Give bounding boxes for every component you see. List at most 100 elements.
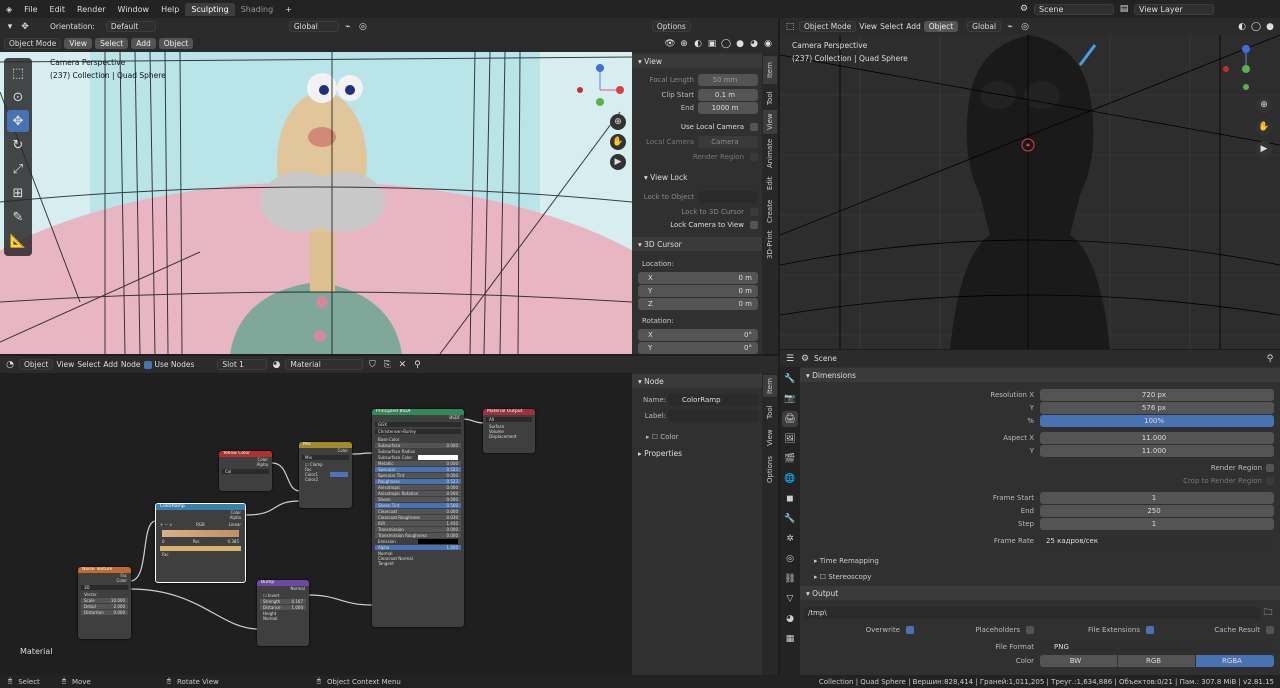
placeholders-checkbox[interactable] bbox=[1026, 626, 1034, 634]
shading-solid-icon[interactable]: ● bbox=[734, 38, 746, 50]
cursor-rot-y-field[interactable]: Y 0° bbox=[638, 342, 758, 354]
menu-select[interactable]: Select bbox=[95, 38, 129, 49]
node-tab-view[interactable]: View bbox=[763, 427, 777, 449]
viewport-3d-left[interactable]: Camera Perspective (237) Collection | Qu… bbox=[0, 52, 632, 354]
new-material-icon[interactable]: ⎘ bbox=[381, 359, 393, 371]
use-nodes-checkbox[interactable] bbox=[143, 360, 152, 369]
tab-create[interactable]: Create bbox=[763, 196, 777, 226]
res-x-field[interactable]: 720 px bbox=[1040, 389, 1274, 401]
select-box-icon[interactable]: ⬚ bbox=[7, 62, 29, 84]
3d-cursor-section-header[interactable]: ▾ 3D Cursor bbox=[632, 237, 762, 251]
menu-select-right[interactable]: Select bbox=[880, 22, 903, 31]
shading-wire-icon-right[interactable]: ◯ bbox=[1250, 21, 1262, 33]
mode-icon[interactable]: ▾ bbox=[4, 21, 16, 33]
color-rgba-button[interactable]: RGBA bbox=[1196, 655, 1274, 667]
unlink-icon[interactable]: ✕ bbox=[396, 359, 408, 371]
add-workspace-icon[interactable]: + bbox=[279, 5, 298, 14]
options-dropdown[interactable]: Options bbox=[651, 21, 691, 32]
time-remapping-toggle[interactable]: ▸ Time Remapping bbox=[814, 557, 879, 565]
tab-item[interactable]: Item bbox=[763, 56, 777, 84]
menu-add-right[interactable]: Add bbox=[906, 22, 921, 31]
menu-object[interactable]: Object bbox=[158, 38, 194, 49]
node-menu-select[interactable]: Select bbox=[77, 360, 100, 369]
editor-type-icon[interactable]: ⬚ bbox=[784, 21, 796, 33]
slot-dropdown[interactable]: Slot 1 bbox=[217, 359, 268, 370]
scene-prop-tab-icon[interactable]: 🎬 bbox=[782, 451, 798, 467]
node-noise-texture[interactable]: Noise Texture Fac Color 3D Vector Scale 1… bbox=[78, 567, 131, 639]
dimensions-section[interactable]: ▾ Dimensions bbox=[800, 368, 1280, 382]
frame-rate-dropdown[interactable]: 25 кадров/сек bbox=[1040, 535, 1274, 547]
tab-animate[interactable]: Animate bbox=[763, 136, 777, 170]
tab-tool[interactable]: Tool bbox=[763, 86, 777, 110]
tool-prop-icon[interactable]: 🔧 bbox=[782, 371, 798, 387]
menu-file[interactable]: File bbox=[18, 5, 43, 14]
clip-start-field[interactable]: 0.1 m bbox=[698, 89, 758, 101]
pin-icon[interactable]: ⚲ bbox=[411, 359, 423, 371]
proportional-icon-right[interactable]: ◎ bbox=[1019, 21, 1031, 33]
node-editor-type-icon[interactable]: ◔ bbox=[4, 359, 16, 371]
shading-wire-icon[interactable]: ◯ bbox=[720, 38, 732, 50]
clip-end-field[interactable]: 1000 m bbox=[698, 102, 758, 114]
overlay-icon-right[interactable]: ◐ bbox=[1236, 21, 1248, 33]
cursor-loc-z-field[interactable]: Z0 m bbox=[638, 298, 758, 310]
pan-hand-icon[interactable]: ✋ bbox=[610, 134, 626, 150]
folder-icon[interactable]: 🗀 bbox=[1262, 607, 1274, 619]
orientation-dropdown[interactable]: Default bbox=[105, 21, 156, 32]
zoom-icon[interactable]: ⊕ bbox=[610, 114, 626, 130]
transform-icon[interactable]: ⊞ bbox=[7, 182, 29, 204]
view-section-header[interactable]: ▾ View bbox=[632, 54, 762, 68]
cursor-rot-x-field[interactable]: X 0° bbox=[638, 329, 758, 341]
lock-camera-checkbox[interactable] bbox=[750, 221, 758, 229]
node-section-header[interactable]: ▾ Node bbox=[632, 374, 762, 388]
crop-checkbox[interactable] bbox=[1266, 477, 1274, 485]
material-prop-icon[interactable]: ◕ bbox=[782, 611, 798, 627]
fake-user-icon[interactable]: ⛉ bbox=[366, 359, 378, 371]
node-yellow-color[interactable]: Yellow Color Color Alpha Col bbox=[219, 451, 272, 491]
lock-3d-cursor-checkbox[interactable] bbox=[750, 208, 758, 216]
node-material-output[interactable]: Material Output All Surface Volume Displ… bbox=[483, 409, 535, 453]
frame-end-field[interactable]: 250 bbox=[1040, 505, 1274, 517]
lock-to-object-field[interactable] bbox=[698, 191, 758, 203]
stereoscopy-toggle[interactable]: ▸ ☐ Stereoscopy bbox=[814, 573, 871, 581]
move-icon[interactable]: ✥ bbox=[7, 110, 29, 132]
res-pct-field[interactable]: 100% bbox=[1040, 415, 1274, 427]
constraints-prop-icon[interactable]: ⛓ bbox=[782, 571, 798, 587]
node-name-field[interactable]: ColorRamp bbox=[668, 394, 758, 406]
node-canvas[interactable]: Principled BSDF BSDF GGX Christensen-Bur… bbox=[0, 373, 632, 675]
cursor-loc-y-field[interactable]: Y0 m bbox=[638, 285, 758, 297]
blender-logo-icon[interactable]: ◈ bbox=[0, 5, 18, 14]
xray-icon[interactable]: ▣ bbox=[706, 38, 718, 50]
aspect-x-field[interactable]: 11.000 bbox=[1040, 432, 1274, 444]
overwrite-checkbox[interactable] bbox=[906, 626, 914, 634]
navigation-gizmo-right[interactable] bbox=[1218, 41, 1278, 101]
res-y-field[interactable]: 576 px bbox=[1040, 402, 1274, 414]
object-prop-icon[interactable]: ◼ bbox=[782, 491, 798, 507]
measure-icon[interactable]: 📐 bbox=[7, 230, 29, 252]
color-bw-button[interactable]: BW bbox=[1040, 655, 1117, 667]
aspect-y-field[interactable]: 11.000 bbox=[1040, 445, 1274, 457]
focal-length-field[interactable]: 50 mm bbox=[698, 74, 758, 86]
node-colorramp[interactable]: ColorRamp Color Alpha + − ∨ RGB Linear 0 Po… bbox=[155, 503, 246, 583]
shader-type-dropdown[interactable]: Object bbox=[19, 359, 54, 370]
menu-help[interactable]: Help bbox=[155, 5, 185, 14]
modifier-prop-icon[interactable]: 🔧 bbox=[782, 511, 798, 527]
file-extensions-checkbox[interactable] bbox=[1146, 626, 1154, 634]
camera-icon[interactable]: ▶ bbox=[610, 154, 626, 170]
physics-prop-icon[interactable]: ◎ bbox=[782, 551, 798, 567]
view-layer-prop-icon[interactable]: 🖼 bbox=[782, 431, 798, 447]
menu-view[interactable]: View bbox=[64, 38, 93, 49]
pan-hand-icon-right[interactable]: ✋ bbox=[1256, 119, 1272, 135]
output-path-field[interactable]: /tmp\ bbox=[804, 607, 1260, 619]
tab-view[interactable]: View bbox=[763, 110, 777, 134]
properties-pin-icon[interactable]: ⚲ bbox=[1264, 353, 1276, 365]
object-mode-dropdown[interactable]: Object Mode bbox=[4, 38, 62, 49]
node-menu-node[interactable]: Node bbox=[121, 360, 141, 369]
scene-selector[interactable]: Scene bbox=[1034, 3, 1114, 15]
zoom-icon-right[interactable]: ⊕ bbox=[1256, 97, 1272, 113]
object-mode-dropdown-right[interactable]: Object Mode bbox=[799, 21, 857, 32]
node-tab-item[interactable]: Item bbox=[763, 375, 777, 397]
local-camera-field[interactable]: Camera bbox=[698, 136, 758, 148]
overlay-icon[interactable]: ◐ bbox=[692, 38, 704, 50]
properties-editor-icon[interactable]: ☰ bbox=[784, 353, 796, 365]
node-principled-bsdf[interactable]: Principled BSDF BSDF GGX Christensen-Bur… bbox=[372, 409, 464, 627]
